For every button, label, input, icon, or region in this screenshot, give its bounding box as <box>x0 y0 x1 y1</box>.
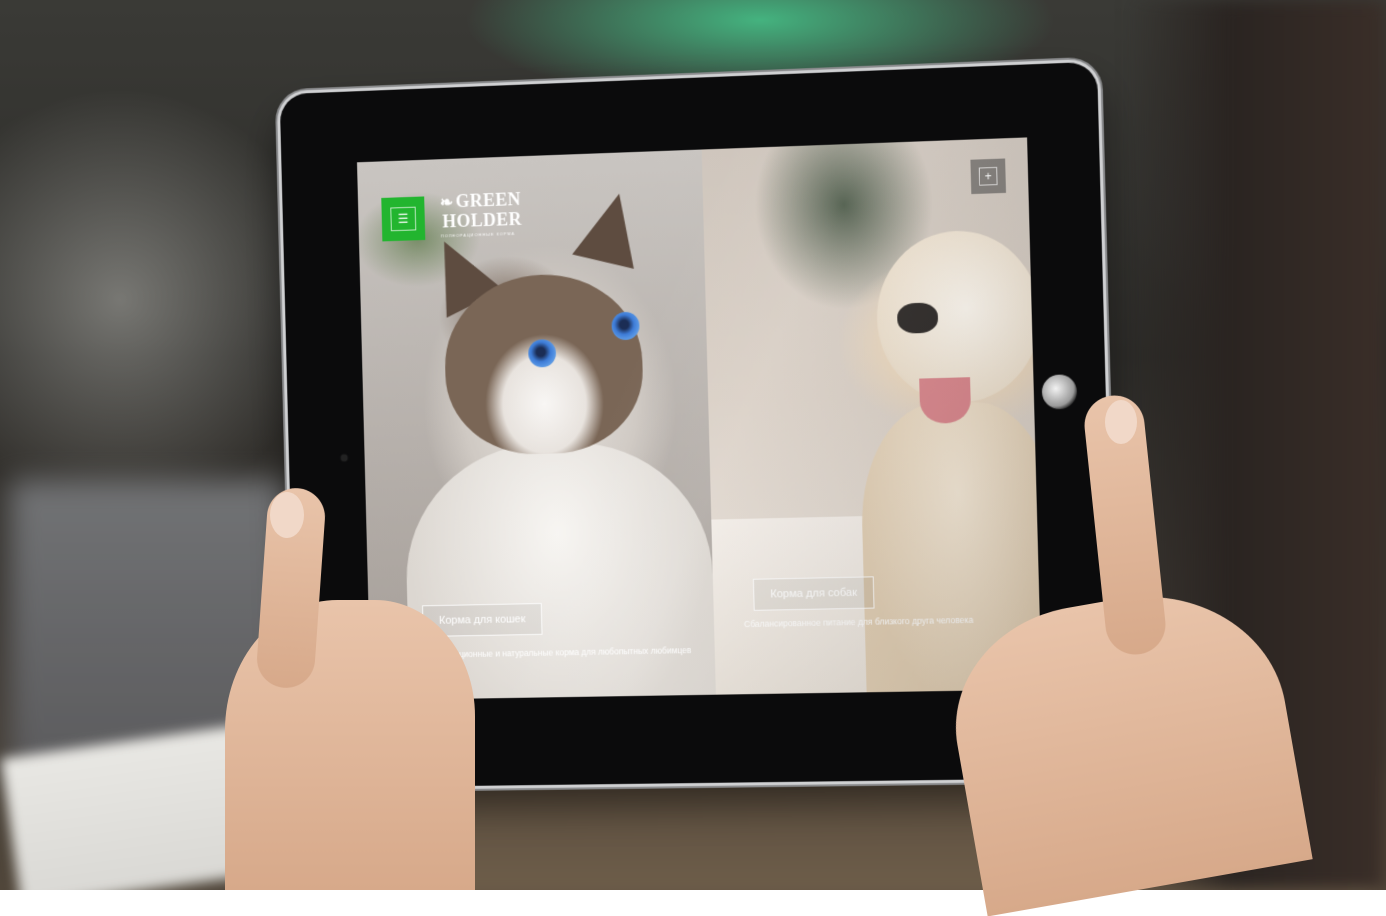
plus-button[interactable]: + <box>970 158 1007 195</box>
logo-line1: GREEN <box>455 189 522 212</box>
camera-icon <box>341 454 348 461</box>
logo[interactable]: ❧GREEN HOLDER ПОЛНОРАЦИОННЫЕ КОРМА <box>439 189 523 238</box>
menu-button[interactable]: ☰ <box>381 196 426 242</box>
hamburger-icon: ☰ <box>390 206 417 232</box>
home-button[interactable] <box>1041 374 1078 410</box>
thumbnail <box>1105 400 1137 444</box>
thumbnail <box>270 492 304 538</box>
logo-line2: HOLDER <box>442 208 523 232</box>
panel-dogs[interactable]: + Корма для собак Сбалансированное питан… <box>701 137 1042 695</box>
website-screen: Корма для кошек Полнорационные и натурал… <box>356 137 1042 701</box>
dog-food-button[interactable]: Корма для собак <box>752 576 875 611</box>
dog-nose <box>896 302 939 334</box>
cat-ear <box>572 186 651 269</box>
plus-icon: + <box>978 166 998 186</box>
leaf-icon: ❧ <box>439 194 454 212</box>
